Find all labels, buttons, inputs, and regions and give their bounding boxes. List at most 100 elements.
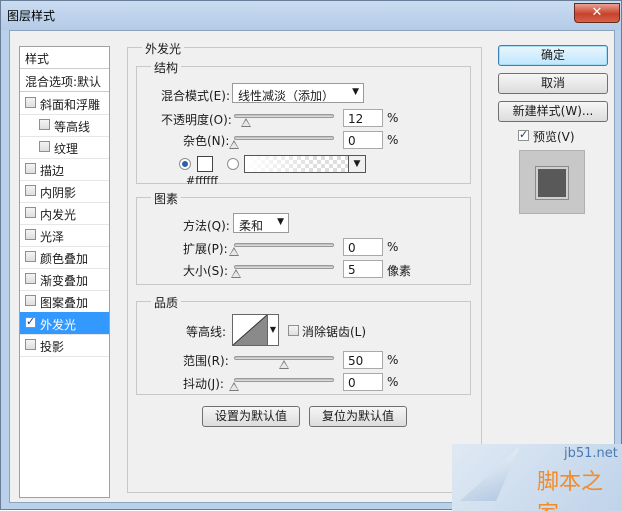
close-button[interactable]: ✕ xyxy=(574,3,620,23)
bevel-emboss-checkbox[interactable] xyxy=(25,97,36,108)
pattern-overlay-label: 图案叠加 xyxy=(40,296,89,310)
opacity-slider-thumb[interactable] xyxy=(241,118,251,127)
range-label: 范围(R): xyxy=(183,354,229,368)
blend-options-item[interactable]: 混合选项:默认 xyxy=(20,69,109,92)
size-slider-thumb[interactable] xyxy=(231,269,241,278)
list-item-pattern-overlay[interactable]: 图案叠加 xyxy=(20,290,109,313)
range-input[interactable]: 50 xyxy=(343,351,383,369)
size-label: 大小(S): xyxy=(183,264,229,278)
preview-checkbox[interactable] xyxy=(518,128,529,141)
glow-color-swatch[interactable] xyxy=(197,156,213,172)
spread-slider-thumb[interactable] xyxy=(229,247,239,256)
contour-picker[interactable] xyxy=(232,314,268,346)
preview-label: 预览(V) xyxy=(533,130,575,144)
contour-label: 等高线 xyxy=(54,120,91,134)
drop-shadow-label: 投影 xyxy=(40,340,65,354)
spread-slider[interactable] xyxy=(234,243,334,247)
gradient-radio[interactable] xyxy=(227,158,239,170)
color-hex-label: #ffffff xyxy=(186,174,218,187)
range-slider-thumb[interactable] xyxy=(279,360,289,369)
spread-value: 0 xyxy=(348,241,356,255)
noise-input[interactable]: 0 xyxy=(343,131,383,149)
list-item-gradient-overlay[interactable]: 渐变叠加 xyxy=(20,268,109,291)
gradient-overlay-checkbox[interactable] xyxy=(25,273,36,284)
styles-header[interactable]: 样式 xyxy=(20,47,109,69)
technique-label: 方法(Q): xyxy=(183,219,230,233)
contour-dropdown[interactable]: ▼ xyxy=(268,314,279,346)
texture-label: 纹理 xyxy=(54,142,79,156)
jitter-slider-thumb[interactable] xyxy=(229,382,239,391)
technique-dropdown[interactable]: 柔和 ▼ xyxy=(233,213,289,233)
noise-slider-thumb[interactable] xyxy=(229,140,239,149)
watermark: jb51.net 脚本之家 xyxy=(452,444,622,511)
drop-shadow-checkbox[interactable] xyxy=(25,339,36,350)
outer-glow-checkbox[interactable] xyxy=(25,315,36,328)
jitter-input[interactable]: 0 xyxy=(343,373,383,391)
contour-label: 等高线: xyxy=(186,325,227,339)
blend-mode-label: 混合模式(E): xyxy=(161,89,230,103)
range-percent: % xyxy=(387,353,399,367)
list-item-color-overlay[interactable]: 颜色叠加 xyxy=(20,246,109,269)
color-overlay-checkbox[interactable] xyxy=(25,251,36,262)
gradient-overlay-label: 渐变叠加 xyxy=(40,274,89,288)
chevron-down-icon: ▼ xyxy=(352,87,359,97)
pattern-overlay-checkbox[interactable] xyxy=(25,295,36,306)
antialias-label: 消除锯齿(L) xyxy=(302,325,367,339)
list-item-drop-shadow[interactable]: 投影 xyxy=(20,334,109,357)
color-radio[interactable] xyxy=(179,158,191,170)
texture-checkbox[interactable] xyxy=(39,141,50,152)
reset-default-button[interactable]: 复位为默认值 xyxy=(309,406,407,427)
bevel-emboss-label: 斜面和浮雕 xyxy=(40,98,101,112)
list-item-satin[interactable]: 光泽 xyxy=(20,224,109,247)
jitter-value: 0 xyxy=(348,376,356,390)
size-unit: 像素 xyxy=(387,264,412,278)
noise-slider[interactable] xyxy=(234,136,334,140)
gradient-fade xyxy=(245,156,317,172)
size-value: 5 xyxy=(348,263,356,277)
opacity-percent: % xyxy=(387,111,399,125)
list-item-outer-glow[interactable]: 外发光 xyxy=(20,312,109,335)
blend-mode-dropdown[interactable]: 线性减淡（添加） ▼ xyxy=(232,83,364,103)
watermark-logo xyxy=(460,446,520,501)
size-slider[interactable] xyxy=(234,265,334,269)
new-style-button[interactable]: 新建样式(W)... xyxy=(498,101,608,122)
title-bar[interactable]: 图层样式 ✕ xyxy=(1,1,621,30)
list-item-bevel-emboss[interactable]: 斜面和浮雕 xyxy=(20,92,109,115)
styles-header-label: 样式 xyxy=(25,52,50,66)
outer-glow-label: 外发光 xyxy=(40,318,77,332)
elements-title: 图素 xyxy=(151,190,182,207)
inner-glow-checkbox[interactable] xyxy=(25,207,36,218)
opacity-value: 12 xyxy=(348,112,364,126)
blend-mode-value: 线性减淡（添加） xyxy=(238,89,335,103)
styles-list: 样式 混合选项:默认 斜面和浮雕 等高线 纹理 描边 内阴影 内发光 光泽 颜色… xyxy=(19,46,110,498)
quality-title: 品质 xyxy=(151,294,182,311)
list-item-texture[interactable]: 纹理 xyxy=(20,136,109,159)
glow-gradient-picker[interactable]: ▼ xyxy=(244,155,366,173)
list-item-inner-glow[interactable]: 内发光 xyxy=(20,202,109,225)
antialias-checkbox[interactable] xyxy=(288,325,299,336)
noise-value: 0 xyxy=(348,134,356,148)
chevron-down-icon[interactable]: ▼ xyxy=(348,156,365,172)
watermark-name: 脚本之家 xyxy=(537,470,604,511)
jitter-slider[interactable] xyxy=(234,378,334,382)
spread-input[interactable]: 0 xyxy=(343,238,383,256)
layer-style-dialog: 图层样式 ✕ 样式 混合选项:默认 斜面和浮雕 等高线 纹理 描边 内阴影 内发… xyxy=(0,0,622,511)
ok-button[interactable]: 确定 xyxy=(498,45,608,66)
satin-checkbox[interactable] xyxy=(25,229,36,240)
list-item-contour[interactable]: 等高线 xyxy=(20,114,109,137)
window-title: 图层样式 xyxy=(7,9,56,23)
list-item-stroke[interactable]: 描边 xyxy=(20,158,109,181)
inner-glow-label: 内发光 xyxy=(40,208,77,222)
stroke-checkbox[interactable] xyxy=(25,163,36,174)
list-item-inner-shadow[interactable]: 内阴影 xyxy=(20,180,109,203)
contour-curve-icon xyxy=(233,315,267,345)
style-preview xyxy=(519,150,585,214)
make-default-button[interactable]: 设置为默认值 xyxy=(202,406,300,427)
dialog-body: 样式 混合选项:默认 斜面和浮雕 等高线 纹理 描边 内阴影 内发光 光泽 颜色… xyxy=(9,30,615,503)
cancel-button[interactable]: 取消 xyxy=(498,73,608,94)
size-input[interactable]: 5 xyxy=(343,260,383,278)
contour-checkbox[interactable] xyxy=(39,119,50,130)
chevron-down-icon: ▼ xyxy=(269,325,277,334)
opacity-input[interactable]: 12 xyxy=(343,109,383,127)
inner-shadow-checkbox[interactable] xyxy=(25,185,36,196)
